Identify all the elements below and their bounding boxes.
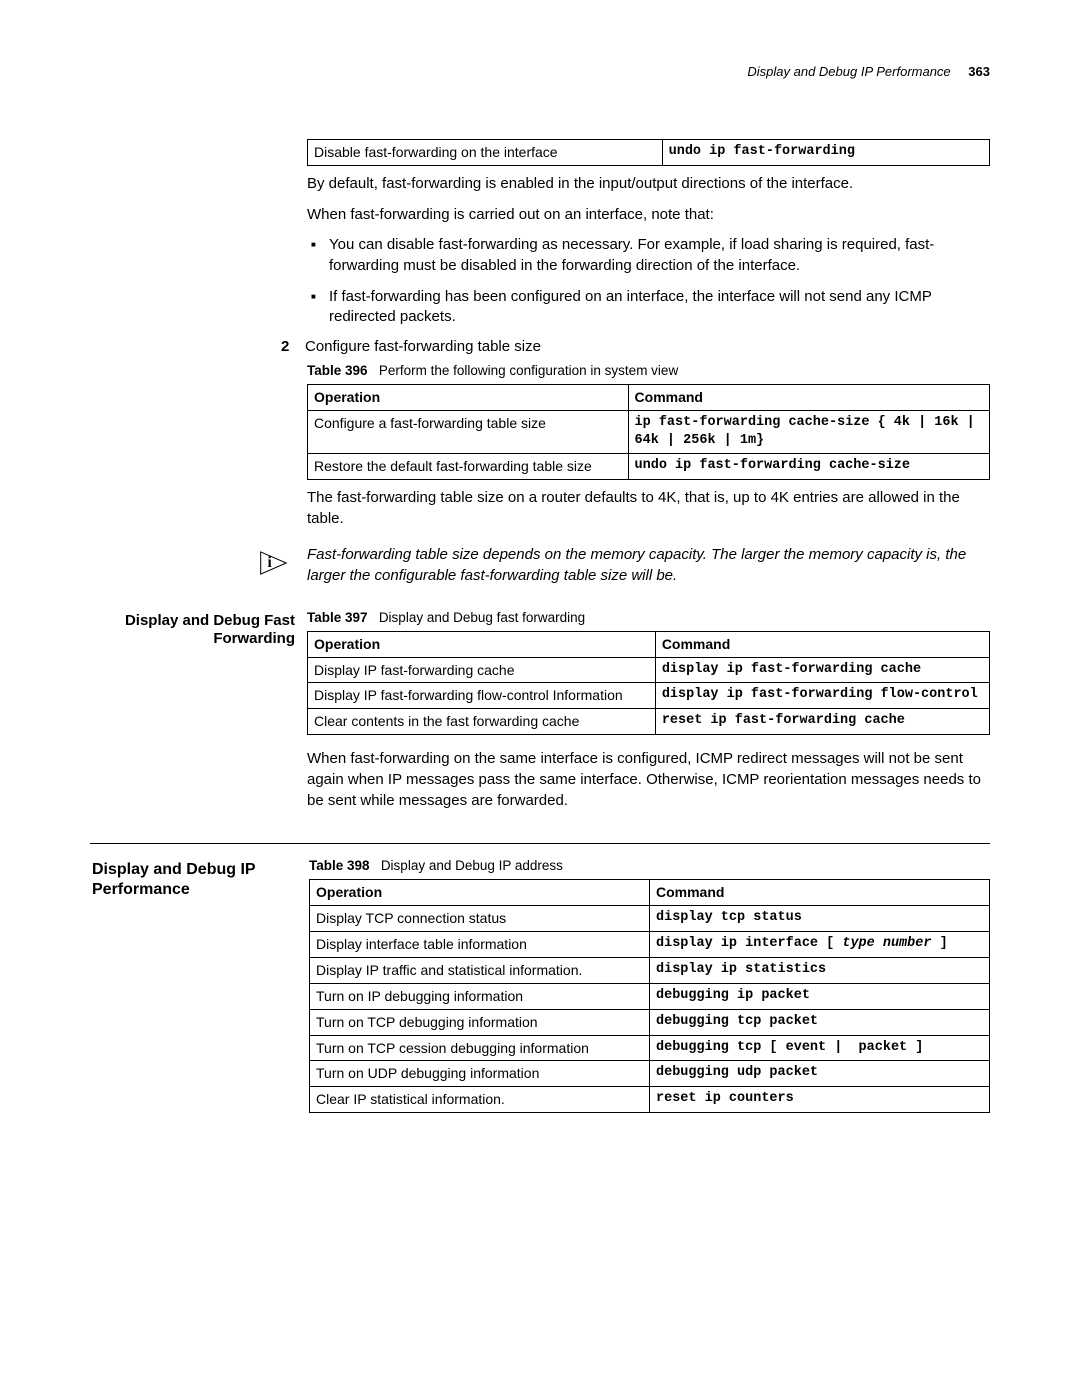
side-heading-dd-ff: Display and Debug Fast Forwarding xyxy=(90,610,295,650)
cell-command: undo ip fast-forwarding cache-size xyxy=(628,454,989,480)
list-item: You can disable fast-forwarding as neces… xyxy=(307,235,990,276)
cell-command: display tcp status xyxy=(650,906,990,932)
table-header-row: Operation Command xyxy=(310,880,990,906)
table-row: Display IP fast-forwarding flow-control … xyxy=(308,683,990,709)
header-command: Command xyxy=(655,631,989,657)
header-operation: Operation xyxy=(310,880,650,906)
cell-operation: Disable fast-forwarding on the interface xyxy=(308,140,663,166)
table-396: Operation Command Configure a fast-forwa… xyxy=(307,384,990,480)
caption-label: Table 396 xyxy=(307,363,368,378)
paragraph: By default, fast-forwarding is enabled i… xyxy=(307,174,990,195)
info-note: Fast-forwarding table size depends on th… xyxy=(307,544,990,586)
paragraph: The fast-forwarding table size on a rout… xyxy=(307,488,990,529)
table-row: Clear IP statistical information. reset … xyxy=(310,1087,990,1113)
table-row: Display IP fast-forwarding cache display… xyxy=(308,657,990,683)
table-398: Operation Command Display TCP connection… xyxy=(309,879,990,1113)
caption-text: Display and Debug fast forwarding xyxy=(379,610,585,625)
table-398-caption: Table 398 Display and Debug IP address xyxy=(309,858,990,873)
table-397-caption: Table 397 Display and Debug fast forward… xyxy=(307,610,990,625)
cell-operation: Clear contents in the fast forwarding ca… xyxy=(308,709,656,735)
cell-command: display ip fast-forwarding flow-control xyxy=(655,683,989,709)
paragraph: When fast-forwarding is carried out on a… xyxy=(307,205,990,226)
table-row: Turn on TCP cession debugging informatio… xyxy=(310,1035,990,1061)
main-col: Fast-forwarding table size depends on th… xyxy=(307,544,990,586)
cell-operation: Restore the default fast-forwarding tabl… xyxy=(308,454,629,480)
main-col: Table 398 Display and Debug IP address O… xyxy=(309,858,990,1121)
table-row: Configure a fast-forwarding table size i… xyxy=(308,410,990,453)
cell-command: undo ip fast-forwarding xyxy=(662,140,989,166)
cell-command: display ip fast-forwarding cache xyxy=(655,657,989,683)
step-number: 2 xyxy=(281,338,295,355)
side-col-empty xyxy=(90,137,295,139)
cell-operation: Display TCP connection status xyxy=(310,906,650,932)
table-row: Display IP traffic and statistical infor… xyxy=(310,957,990,983)
cell-operation: Turn on TCP debugging information xyxy=(310,1009,650,1035)
table-395-fragment: Disable fast-forwarding on the interface… xyxy=(307,139,990,166)
table-row: Restore the default fast-forwarding tabl… xyxy=(308,454,990,480)
cell-command: debugging ip packet xyxy=(650,983,990,1009)
table-row: Turn on UDP debugging information debugg… xyxy=(310,1061,990,1087)
list-item: If fast-forwarding has been configured o… xyxy=(307,287,990,328)
caption-label: Table 397 xyxy=(307,610,368,625)
header-operation: Operation xyxy=(308,631,656,657)
table-header-row: Operation Command xyxy=(308,631,990,657)
cell-operation: Clear IP statistical information. xyxy=(310,1087,650,1113)
header-command: Command xyxy=(650,880,990,906)
cell-operation: Display IP traffic and statistical infor… xyxy=(310,957,650,983)
caption-text: Perform the following configuration in s… xyxy=(379,363,678,378)
table-row: Disable fast-forwarding on the interface… xyxy=(308,140,990,166)
cell-operation: Turn on IP debugging information xyxy=(310,983,650,1009)
table-row: Turn on TCP debugging information debugg… xyxy=(310,1009,990,1035)
cell-operation: Display interface table information xyxy=(310,932,650,958)
cell-operation: Configure a fast-forwarding table size xyxy=(308,410,629,453)
table-header-row: Operation Command xyxy=(308,385,990,411)
cell-operation: Turn on TCP cession debugging informatio… xyxy=(310,1035,650,1061)
cell-operation: Display IP fast-forwarding flow-control … xyxy=(308,683,656,709)
caption-text: Display and Debug IP address xyxy=(381,858,563,873)
step-text: Configure fast-forwarding table size xyxy=(305,338,541,355)
cell-command: debugging tcp [ event | packet ] xyxy=(650,1035,990,1061)
table-row: Turn on IP debugging information debuggi… xyxy=(310,983,990,1009)
table-396-caption: Table 396 Perform the following configur… xyxy=(307,363,990,378)
side-heading-dd-ip-perf: Display and Debug IP Performance xyxy=(90,858,297,900)
cell-command: ip fast-forwarding cache-size { 4k | 16k… xyxy=(628,410,989,453)
side-col-icon: i xyxy=(90,544,295,578)
cell-command: display ip statistics xyxy=(650,957,990,983)
header-command: Command xyxy=(628,385,989,411)
cell-command: display ip interface [ type number ] xyxy=(650,932,990,958)
running-header: Display and Debug IP Performance 363 xyxy=(90,64,990,79)
main-col: Table 397 Display and Debug fast forward… xyxy=(307,610,990,822)
header-operation: Operation xyxy=(308,385,629,411)
cell-command: reset ip counters xyxy=(650,1087,990,1113)
info-icon: i xyxy=(259,548,293,578)
table-row: Clear contents in the fast forwarding ca… xyxy=(308,709,990,735)
table-row: Display interface table information disp… xyxy=(310,932,990,958)
paragraph: When fast-forwarding on the same interfa… xyxy=(307,749,990,811)
cell-command: debugging tcp packet xyxy=(650,1009,990,1035)
section-divider xyxy=(90,843,990,844)
cell-operation: Display IP fast-forwarding cache xyxy=(308,657,656,683)
running-title: Display and Debug IP Performance xyxy=(747,64,950,79)
cell-command: debugging udp packet xyxy=(650,1061,990,1087)
main-col: Disable fast-forwarding on the interface… xyxy=(307,137,990,540)
caption-label: Table 398 xyxy=(309,858,370,873)
cell-operation: Turn on UDP debugging information xyxy=(310,1061,650,1087)
step-2: 2 Configure fast-forwarding table size xyxy=(281,338,990,355)
table-row: Display TCP connection status display tc… xyxy=(310,906,990,932)
table-397: Operation Command Display IP fast-forwar… xyxy=(307,631,990,736)
page-number: 363 xyxy=(968,64,990,79)
cell-command: reset ip fast-forwarding cache xyxy=(655,709,989,735)
page: Display and Debug IP Performance 363 Dis… xyxy=(0,0,1080,1397)
bullet-list: You can disable fast-forwarding as neces… xyxy=(307,235,990,328)
